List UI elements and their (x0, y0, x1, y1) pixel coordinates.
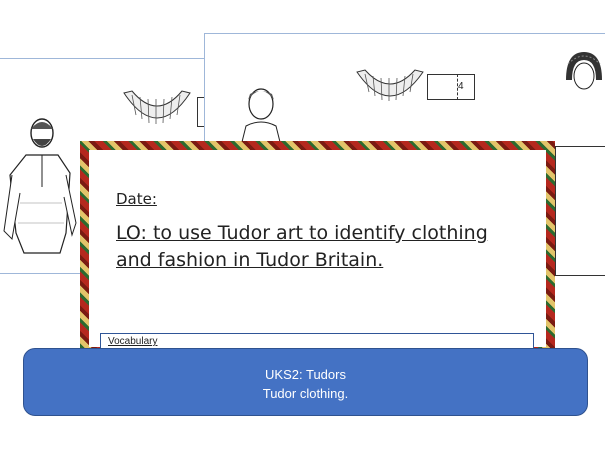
ruff-collar-icon (123, 90, 191, 124)
french-hood-icon (566, 52, 602, 90)
tudor-woman-illustration (241, 88, 281, 143)
learning-objective: LO: to use Tudor art to identify clothin… (116, 222, 488, 271)
title-banner: UKS2: Tudors Tudor clothing. (23, 348, 588, 416)
tudor-man-illustration (3, 118, 77, 254)
background-table-divider (457, 74, 459, 100)
vocabulary-label: Vocabulary (108, 336, 158, 347)
date-label: Date: (116, 190, 157, 208)
banner-topic: Tudor clothing. (262, 386, 349, 401)
banner-subject: UKS2: Tudors (265, 367, 346, 382)
background-table-cell: 4 (427, 74, 475, 100)
background-table-edge (555, 146, 605, 276)
lesson-title-slide: Date: LO: to use Tudor art to identify c… (80, 141, 555, 363)
ruff-collar-icon (356, 69, 424, 101)
